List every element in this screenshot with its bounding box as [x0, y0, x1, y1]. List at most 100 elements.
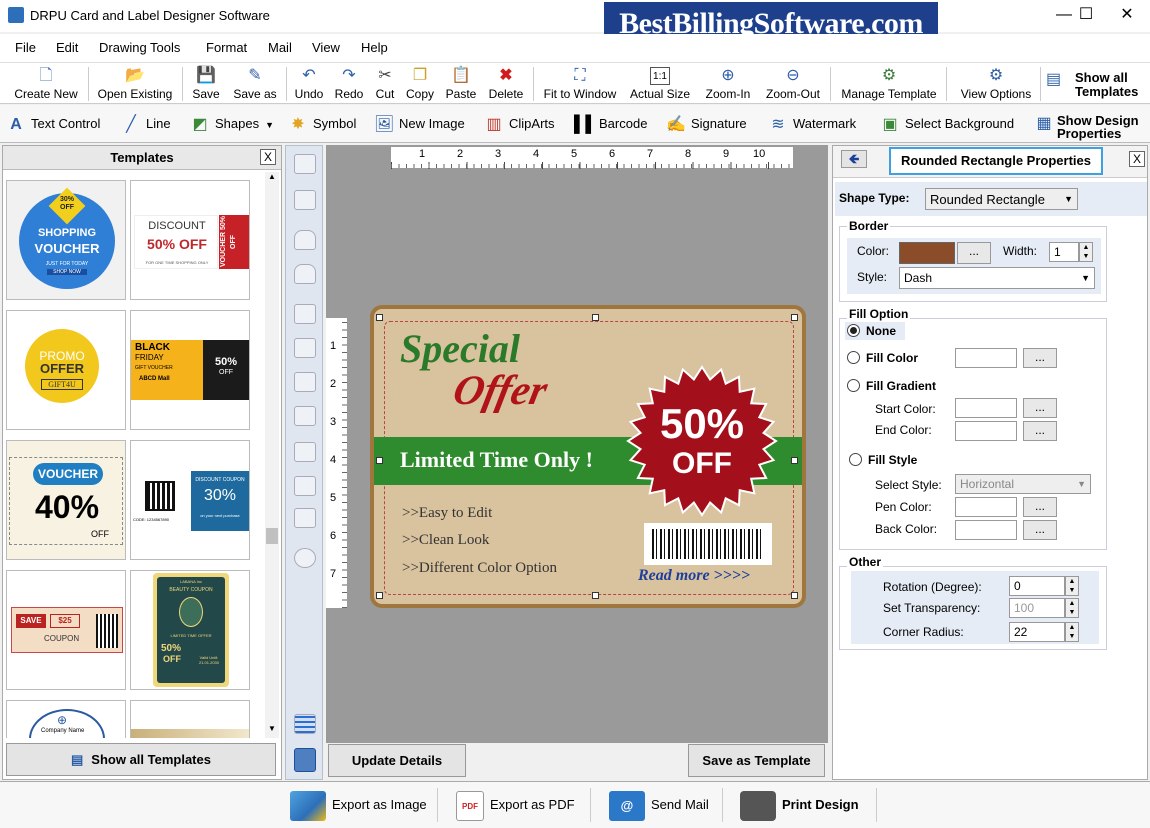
save-button[interactable]: 💾 Save [188, 65, 224, 103]
corner-radius-input[interactable]: 22 [1009, 622, 1065, 642]
template-thumb-promo-offer[interactable]: PROMO OFFER GIFT4U [6, 310, 126, 430]
template-thumb-shopping-voucher[interactable]: 30% OFF SHOPPING VOUCHER JUST FOR TODAY S… [6, 180, 126, 300]
zoom-icon[interactable] [294, 548, 316, 568]
align-icon[interactable] [294, 442, 316, 462]
transparency-spinner[interactable]: ▲ ▼ [1065, 598, 1079, 618]
clipart-button[interactable]: ▥ ClipArts [484, 105, 554, 143]
create-new-button[interactable]: 🗋 Create New [10, 65, 82, 103]
fill-style-radio[interactable] [849, 453, 862, 466]
barcode[interactable] [644, 523, 772, 565]
border-style-select[interactable]: Dash ▼ [899, 267, 1095, 289]
new-image-button[interactable]: 🖼 New Image [374, 105, 465, 143]
resize-handle[interactable] [791, 592, 798, 599]
start-color-picker-button[interactable]: ... [1023, 398, 1057, 418]
center-icon[interactable] [294, 476, 316, 496]
actual-size-button[interactable]: 1:1 Actual Size [627, 65, 693, 103]
back-color-picker-button[interactable]: ... [1023, 520, 1057, 540]
manage-template-button[interactable]: ⚙ Manage Template [836, 65, 942, 103]
pen-color-swatch[interactable] [955, 497, 1017, 517]
back-arrow-icon[interactable]: 🡸 [841, 150, 867, 168]
scroll-up-icon[interactable]: ▲ [265, 172, 279, 186]
show-all-templates-toolbar-button[interactable]: ▤ Show all Templates [1044, 65, 1148, 103]
resize-handle[interactable] [592, 592, 599, 599]
menu-view[interactable]: View [312, 40, 340, 55]
card-view-icon[interactable] [294, 748, 316, 772]
template-thumb-discount-coupon-30[interactable]: CODE: 1234567890 DISCOUNT COUPON 30% on … [130, 440, 250, 560]
resize-handle[interactable] [791, 457, 798, 464]
shapes-tool-button[interactable]: ◩ Shapes ▼ [190, 105, 274, 143]
fill-gradient-radio[interactable] [847, 379, 860, 392]
ungroup-icon[interactable] [294, 190, 316, 210]
start-color-swatch[interactable] [955, 398, 1017, 418]
menu-edit[interactable]: Edit [56, 40, 78, 55]
line-tool-button[interactable]: ╱ Line [121, 105, 170, 143]
rotation-spinner[interactable]: ▲ ▼ [1065, 576, 1079, 596]
save-as-template-button[interactable]: Save as Template [688, 744, 825, 777]
signature-button[interactable]: ✍ Signature [666, 105, 747, 143]
save-as-button[interactable]: ✎ Save as [229, 65, 281, 103]
properties-close-button[interactable]: X [1129, 151, 1145, 167]
fill-color-picker-button[interactable]: ... [1023, 348, 1057, 368]
symbol-tool-button[interactable]: ✸ Symbol [288, 105, 356, 143]
send-back-icon[interactable] [294, 338, 316, 358]
bullet-easy-edit[interactable]: >>Easy to Edit [402, 505, 492, 522]
redo-button[interactable]: ↷ Redo [332, 65, 366, 103]
corner-radius-spinner[interactable]: ▲ ▼ [1065, 622, 1079, 642]
unlock-icon[interactable] [294, 264, 316, 284]
bring-front-icon[interactable] [294, 304, 316, 324]
offer-text[interactable]: Offer [449, 367, 552, 415]
zoom-out-button[interactable]: ⊖ Zoom-Out [762, 65, 824, 103]
border-color-picker-button[interactable]: ... [957, 242, 991, 264]
resize-handle[interactable] [592, 314, 599, 321]
templates-close-button[interactable]: X [260, 149, 276, 165]
resize-handle[interactable] [791, 314, 798, 321]
resize-handle[interactable] [376, 592, 383, 599]
lock-icon[interactable] [294, 230, 316, 250]
pen-color-picker-button[interactable]: ... [1023, 497, 1057, 517]
template-thumb-company[interactable]: ⊕ Company Name [6, 700, 126, 738]
bring-forward-icon[interactable] [294, 372, 316, 392]
fill-color-radio[interactable] [847, 351, 860, 364]
resize-handle[interactable] [376, 457, 383, 464]
border-color-swatch[interactable] [899, 242, 955, 264]
export-pdf-button[interactable]: PDF Export as PDF [456, 782, 575, 828]
show-design-properties-button[interactable]: ▦ Show Design Properties [1032, 105, 1150, 143]
template-thumb-partial[interactable] [130, 700, 250, 738]
view-options-button[interactable]: ⚙ View Options [954, 65, 1038, 103]
select-background-button[interactable]: ▣ Select Background [880, 105, 1014, 143]
menu-drawing-tools[interactable]: Drawing Tools [99, 40, 180, 55]
card-design[interactable]: Special Offer Limited Time Only ! 50% OF… [370, 305, 806, 608]
copy-button[interactable]: ❐ Copy [404, 65, 436, 103]
templates-scrollbar[interactable]: ▲ ▼ [265, 172, 279, 738]
read-more-text[interactable]: Read more >>>> [638, 567, 750, 585]
export-image-button[interactable]: Export as Image [290, 782, 427, 828]
special-text[interactable]: Special [400, 325, 520, 372]
zoom-in-button[interactable]: ⊕ Zoom-In [701, 65, 755, 103]
menu-file[interactable]: File [15, 40, 36, 55]
template-thumb-discount-voucher[interactable]: DISCOUNT 50% OFF FOR ONE TIME SHOPPING O… [130, 180, 250, 300]
delete-button[interactable]: ✖ Delete [486, 65, 526, 103]
scroll-down-icon[interactable]: ▼ [265, 724, 279, 738]
resize-handle[interactable] [376, 314, 383, 321]
open-existing-button[interactable]: 📂 Open Existing [94, 65, 176, 103]
border-width-input[interactable]: 1 [1049, 242, 1079, 262]
send-backward-icon[interactable] [294, 406, 316, 426]
paste-button[interactable]: 📋 Paste [444, 65, 478, 103]
fill-style-select[interactable]: Horizontal ▼ [955, 474, 1091, 494]
maximize-button[interactable]: ☐ [1063, 0, 1109, 32]
grid-icon[interactable] [294, 714, 316, 734]
text-control-button[interactable]: A Text Control [6, 105, 100, 143]
fit-to-window-button[interactable]: ⛶ Fit to Window [540, 65, 620, 103]
back-color-swatch[interactable] [955, 520, 1017, 540]
fill-none-radio[interactable] [847, 324, 860, 337]
undo-button[interactable]: ↶ Undo [292, 65, 326, 103]
template-thumb-voucher-40[interactable]: VOUCHER 40% OFF [6, 440, 126, 560]
show-all-templates-button[interactable]: ▤ Show all Templates [6, 743, 276, 776]
watermark-button[interactable]: ≋ Watermark [768, 105, 856, 143]
move-icon[interactable] [294, 508, 316, 528]
bullet-color-option[interactable]: >>Different Color Option [402, 560, 557, 577]
bullet-clean-look[interactable]: >>Clean Look [402, 532, 489, 549]
menu-mail[interactable]: Mail [268, 40, 292, 55]
end-color-picker-button[interactable]: ... [1023, 421, 1057, 441]
menu-format[interactable]: Format [206, 40, 247, 55]
